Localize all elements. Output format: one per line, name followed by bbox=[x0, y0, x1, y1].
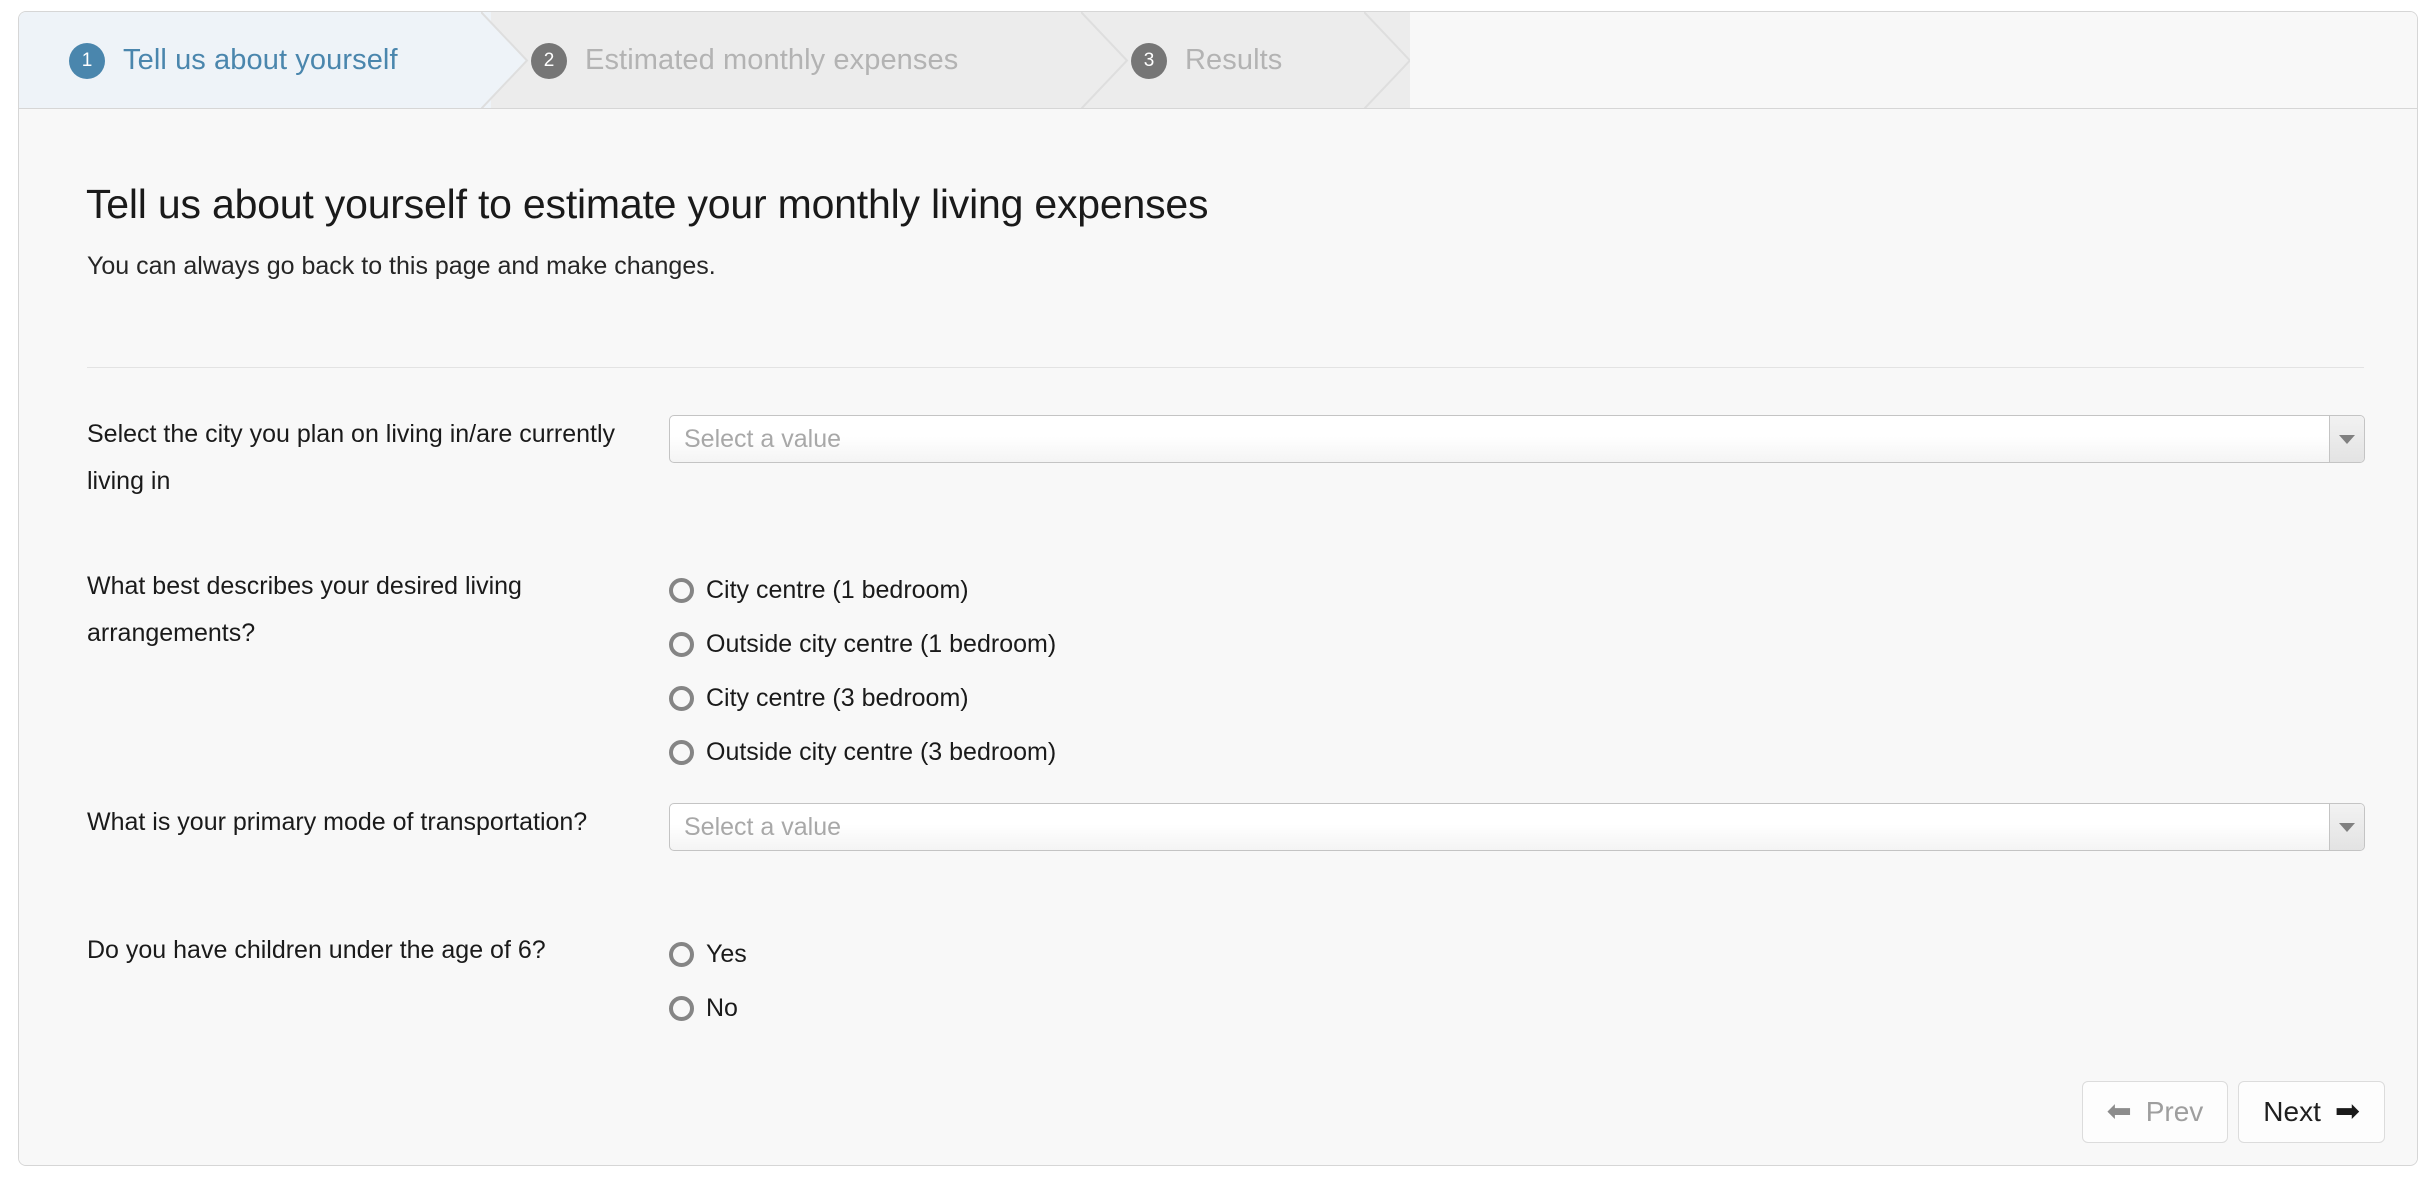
city-field-label: Select the city you plan on living in/ar… bbox=[87, 420, 616, 495]
transport-select-arrow-button[interactable] bbox=[2329, 804, 2364, 850]
transport-select-value: Select a value bbox=[684, 812, 842, 841]
radio-circle-icon[interactable] bbox=[669, 941, 694, 967]
transport-field-label: What is your primary mode of transportat… bbox=[87, 808, 588, 836]
arrow-right-icon: ➡ bbox=[2334, 1095, 2360, 1128]
city-select[interactable]: Select a value bbox=[669, 415, 2365, 463]
living-radio-label-2: City centre (3 bedroom) bbox=[706, 683, 969, 712]
city-select-arrow-button[interactable] bbox=[2329, 416, 2364, 462]
step-3-label: Results bbox=[1185, 44, 1283, 76]
living-radio-option-3[interactable]: Outside city centre (3 bedroom) bbox=[669, 725, 1056, 779]
living-radio-group: City centre (1 bedroom) Outside city cen… bbox=[669, 563, 1056, 779]
wizard-step-bar: 1 Tell us about yourself 2 Estimated mon… bbox=[19, 12, 2417, 109]
chevron-down-icon bbox=[2339, 822, 2355, 832]
wizard-step-3[interactable]: 3 Results bbox=[1131, 12, 1411, 108]
children-radio-label-1: No bbox=[706, 993, 738, 1022]
children-radio-option-1[interactable]: No bbox=[669, 981, 747, 1035]
step-3-number-badge: 3 bbox=[1131, 42, 1167, 79]
page-subtitle: You can always go back to this page and … bbox=[87, 252, 716, 280]
step-2-label: Estimated monthly expenses bbox=[585, 44, 959, 76]
step-bar-filler bbox=[1410, 12, 2417, 108]
living-radio-label-0: City centre (1 bedroom) bbox=[706, 575, 969, 604]
radio-circle-icon[interactable] bbox=[669, 631, 694, 657]
children-radio-group: Yes No bbox=[669, 927, 747, 1035]
wizard-step-2[interactable]: 2 Estimated monthly expenses bbox=[531, 12, 1103, 108]
step-1-number-badge: 1 bbox=[69, 42, 105, 79]
wizard-footer-buttons: ⬅ Prev Next ➡ bbox=[2081, 1081, 2385, 1143]
living-radio-label-1: Outside city centre (1 bedroom) bbox=[706, 629, 1057, 658]
children-radio-option-0[interactable]: Yes bbox=[669, 927, 747, 981]
section-divider bbox=[87, 367, 2364, 368]
living-field-label: What best describes your desired living … bbox=[87, 572, 522, 647]
transport-select[interactable]: Select a value bbox=[669, 803, 2365, 851]
city-select-value: Select a value bbox=[684, 424, 842, 453]
chevron-down-icon bbox=[2339, 434, 2355, 444]
prev-button[interactable]: ⬅ Prev bbox=[2081, 1081, 2229, 1143]
living-radio-option-0[interactable]: City centre (1 bedroom) bbox=[669, 563, 1056, 617]
arrow-left-icon: ⬅ bbox=[2106, 1095, 2132, 1128]
wizard-step-1[interactable]: 1 Tell us about yourself bbox=[19, 12, 491, 108]
step-1-label: Tell us about yourself bbox=[123, 44, 398, 76]
radio-circle-icon[interactable] bbox=[669, 577, 694, 603]
radio-circle-icon[interactable] bbox=[669, 995, 694, 1021]
step-2-number-badge: 2 bbox=[531, 42, 567, 79]
radio-circle-icon[interactable] bbox=[669, 739, 694, 765]
living-radio-option-1[interactable]: Outside city centre (1 bedroom) bbox=[669, 617, 1056, 671]
living-radio-option-2[interactable]: City centre (3 bedroom) bbox=[669, 671, 1056, 725]
wizard-body: Tell us about yourself to estimate your … bbox=[19, 109, 2417, 1165]
children-field-label: Do you have children under the age of 6? bbox=[87, 936, 546, 964]
radio-circle-icon[interactable] bbox=[669, 685, 694, 711]
prev-button-label: Prev bbox=[2145, 1096, 2204, 1127]
living-radio-label-3: Outside city centre (3 bedroom) bbox=[706, 737, 1057, 766]
wizard-card: 1 Tell us about yourself 2 Estimated mon… bbox=[18, 11, 2418, 1166]
next-button[interactable]: Next ➡ bbox=[2238, 1081, 2385, 1143]
next-button-label: Next bbox=[2263, 1096, 2321, 1127]
children-radio-label-0: Yes bbox=[706, 939, 747, 968]
page-title: Tell us about yourself to estimate your … bbox=[86, 181, 1209, 227]
